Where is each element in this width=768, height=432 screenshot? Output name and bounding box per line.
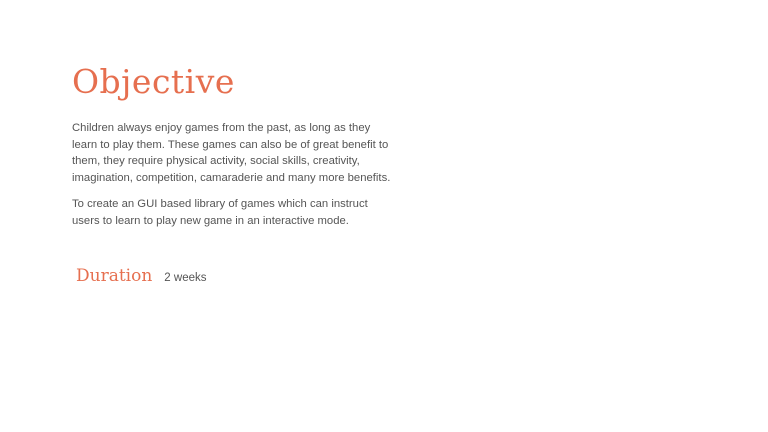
text-line: To create an GUI based library of games …: [72, 198, 368, 210]
goal-paragraph: To create an GUI based library of games …: [72, 196, 368, 229]
page-title: Objective: [72, 62, 235, 101]
duration-row: Duration 2 weeks: [76, 266, 206, 286]
text-line: them, they require physical activity, so…: [72, 155, 360, 167]
text-line: imagination, competition, camaraderie an…: [72, 171, 391, 184]
intro-paragraph: Children always enjoy games from the pas…: [72, 120, 390, 186]
text-line: Children always enjoy games from the pas…: [72, 122, 371, 134]
text-line: users to learn to play new game in an in…: [72, 214, 349, 227]
duration-label: Duration: [76, 266, 153, 286]
duration-value: 2 weeks: [164, 272, 207, 284]
text-line: learn to play them. These games can also…: [72, 138, 389, 151]
